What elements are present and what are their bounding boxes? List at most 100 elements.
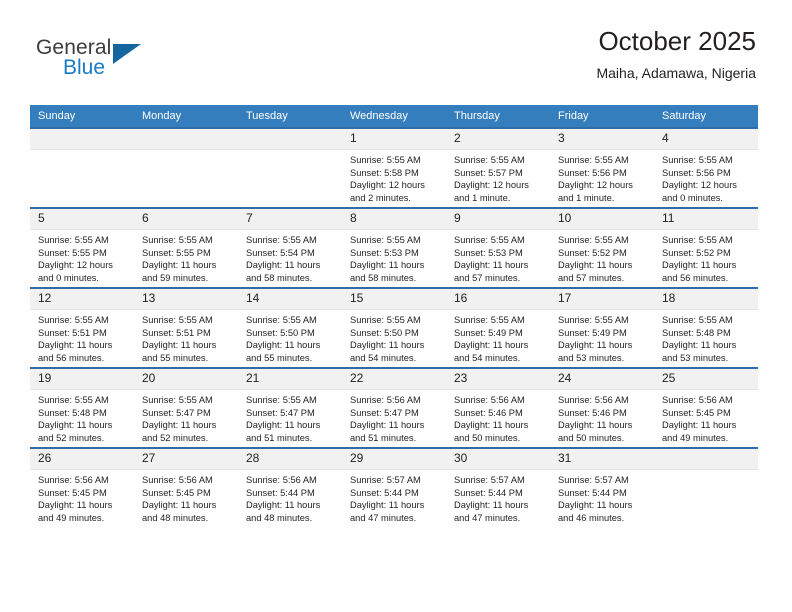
sunrise-text: Sunrise: 5:55 AM (350, 155, 421, 165)
daylight-text: Daylight: 11 hours and 49 minutes. (38, 500, 113, 523)
calendar-header-row: Sunday Monday Tuesday Wednesday Thursday Frid… (30, 105, 758, 128)
sunset-text: Sunset: 5:52 PM (558, 247, 627, 258)
day-details: Sunrise: 5:55 AM Sunset: 5:55 PM Daylight:… (134, 230, 238, 284)
day-number (134, 129, 238, 150)
day-details: Sunrise: 5:55 AM Sunset: 5:50 PM Daylight:… (342, 310, 446, 364)
sunrise-text: Sunrise: 5:55 AM (454, 235, 525, 245)
calendar-day-cell[interactable]: 11 Sunrise: 5:55 AM Sunset: 5:52 PM Dayligh… (654, 207, 758, 288)
daylight-text: Daylight: 11 hours and 52 minutes. (142, 420, 217, 443)
sunset-text: Sunset: 5:50 PM (350, 327, 419, 338)
calendar-day-cell[interactable]: 28 Sunrise: 5:56 AM Sunset: 5:44 PM Dayligh… (238, 447, 342, 527)
sunset-text: Sunset: 5:45 PM (38, 487, 107, 498)
day-number (30, 129, 134, 150)
sunrise-text: Sunrise: 5:55 AM (142, 395, 213, 405)
calendar-day-cell[interactable]: 4 Sunrise: 5:55 AM Sunset: 5:56 PM Daylight… (654, 127, 758, 208)
daylight-text: Daylight: 12 hours and 1 minute. (558, 180, 633, 203)
calendar-day-cell[interactable]: 30 Sunrise: 5:57 AM Sunset: 5:44 PM Dayligh… (446, 447, 550, 527)
daylight-text: Daylight: 11 hours and 55 minutes. (246, 340, 321, 363)
daylight-text: Daylight: 11 hours and 48 minutes. (246, 500, 321, 523)
sunrise-text: Sunrise: 5:55 AM (454, 155, 525, 165)
day-number: 22 (342, 369, 446, 390)
calendar-week-row: 26 Sunrise: 5:56 AM Sunset: 5:45 PM Dayligh… (30, 447, 758, 527)
sunset-text: Sunset: 5:48 PM (38, 407, 107, 418)
calendar-day-cell[interactable]: 31 Sunrise: 5:57 AM Sunset: 5:44 PM Dayligh… (550, 447, 654, 527)
day-details: Sunrise: 5:55 AM Sunset: 5:51 PM Daylight:… (134, 310, 238, 364)
daylight-text: Daylight: 12 hours and 0 minutes. (38, 260, 113, 283)
weekday-header-saturday: Saturday (654, 105, 758, 128)
day-number: 17 (550, 289, 654, 310)
calendar-day-cell[interactable]: 12 Sunrise: 5:55 AM Sunset: 5:51 PM Dayligh… (30, 287, 134, 368)
sunrise-text: Sunrise: 5:56 AM (662, 395, 733, 405)
calendar-day-cell[interactable]: 25 Sunrise: 5:56 AM Sunset: 5:45 PM Dayligh… (654, 367, 758, 448)
daylight-text: Daylight: 11 hours and 46 minutes. (558, 500, 633, 523)
calendar-day-cell[interactable]: 15 Sunrise: 5:55 AM Sunset: 5:50 PM Dayligh… (342, 287, 446, 368)
calendar-day-cell[interactable]: 27 Sunrise: 5:56 AM Sunset: 5:45 PM Dayligh… (134, 447, 238, 527)
day-number: 24 (550, 369, 654, 390)
calendar-day-cell[interactable]: 3 Sunrise: 5:55 AM Sunset: 5:56 PM Daylight… (550, 127, 654, 208)
calendar-day-cell[interactable]: 20 Sunrise: 5:55 AM Sunset: 5:47 PM Dayligh… (134, 367, 238, 448)
calendar-day-cell[interactable]: 16 Sunrise: 5:55 AM Sunset: 5:49 PM Dayligh… (446, 287, 550, 368)
day-details: Sunrise: 5:55 AM Sunset: 5:54 PM Daylight:… (238, 230, 342, 284)
sunrise-text: Sunrise: 5:55 AM (350, 235, 421, 245)
day-number: 26 (30, 449, 134, 470)
sunset-text: Sunset: 5:53 PM (350, 247, 419, 258)
calendar-day-cell[interactable]: 10 Sunrise: 5:55 AM Sunset: 5:52 PM Dayligh… (550, 207, 654, 288)
calendar-day-cell[interactable]: 24 Sunrise: 5:56 AM Sunset: 5:46 PM Dayligh… (550, 367, 654, 448)
calendar-day-cell[interactable]: 26 Sunrise: 5:56 AM Sunset: 5:45 PM Dayligh… (30, 447, 134, 527)
calendar-day-cell[interactable]: 5 Sunrise: 5:55 AM Sunset: 5:55 PM Daylight… (30, 207, 134, 288)
calendar-day-cell[interactable]: 29 Sunrise: 5:57 AM Sunset: 5:44 PM Dayligh… (342, 447, 446, 527)
day-details: Sunrise: 5:57 AM Sunset: 5:44 PM Daylight:… (446, 470, 550, 524)
weekday-header-friday: Friday (550, 105, 654, 128)
calendar-day-cell[interactable]: 19 Sunrise: 5:55 AM Sunset: 5:48 PM Dayligh… (30, 367, 134, 448)
day-number: 15 (342, 289, 446, 310)
sunset-text: Sunset: 5:45 PM (662, 407, 731, 418)
sunset-text: Sunset: 5:52 PM (662, 247, 731, 258)
day-details: Sunrise: 5:57 AM Sunset: 5:44 PM Daylight:… (342, 470, 446, 524)
sunrise-text: Sunrise: 5:56 AM (142, 475, 213, 485)
sunrise-text: Sunrise: 5:55 AM (246, 395, 317, 405)
calendar-day-cell-empty (654, 447, 758, 527)
page-header: General Blue October 2025 Maiha, Adamawa… (36, 26, 756, 98)
daylight-text: Daylight: 11 hours and 53 minutes. (662, 340, 737, 363)
sunset-text: Sunset: 5:46 PM (454, 407, 523, 418)
sunrise-text: Sunrise: 5:55 AM (662, 235, 733, 245)
calendar-week-row: 1 Sunrise: 5:55 AM Sunset: 5:58 PM Daylight… (30, 127, 758, 208)
calendar-day-cell[interactable]: 23 Sunrise: 5:56 AM Sunset: 5:46 PM Dayligh… (446, 367, 550, 448)
day-details: Sunrise: 5:55 AM Sunset: 5:53 PM Daylight:… (342, 230, 446, 284)
calendar-day-cell[interactable]: 21 Sunrise: 5:55 AM Sunset: 5:47 PM Dayligh… (238, 367, 342, 448)
calendar-day-cell[interactable]: 22 Sunrise: 5:56 AM Sunset: 5:47 PM Dayligh… (342, 367, 446, 448)
sunrise-text: Sunrise: 5:55 AM (662, 155, 733, 165)
daylight-text: Daylight: 11 hours and 48 minutes. (142, 500, 217, 523)
sunrise-text: Sunrise: 5:56 AM (558, 395, 629, 405)
daylight-text: Daylight: 11 hours and 51 minutes. (246, 420, 321, 443)
sunrise-text: Sunrise: 5:56 AM (350, 395, 421, 405)
calendar-day-cell[interactable]: 7 Sunrise: 5:55 AM Sunset: 5:54 PM Daylight… (238, 207, 342, 288)
calendar-day-cell[interactable]: 17 Sunrise: 5:55 AM Sunset: 5:49 PM Dayligh… (550, 287, 654, 368)
logo-text-blue: Blue (63, 56, 106, 79)
calendar-day-cell[interactable]: 18 Sunrise: 5:55 AM Sunset: 5:48 PM Dayligh… (654, 287, 758, 368)
day-details: Sunrise: 5:56 AM Sunset: 5:47 PM Daylight:… (342, 390, 446, 444)
sunrise-text: Sunrise: 5:55 AM (38, 395, 109, 405)
calendar-day-cell[interactable]: 2 Sunrise: 5:55 AM Sunset: 5:57 PM Daylight… (446, 127, 550, 208)
calendar-day-cell[interactable]: 8 Sunrise: 5:55 AM Sunset: 5:53 PM Daylight… (342, 207, 446, 288)
calendar-week-row: 12 Sunrise: 5:55 AM Sunset: 5:51 PM Dayligh… (30, 287, 758, 368)
calendar-day-cell[interactable]: 9 Sunrise: 5:55 AM Sunset: 5:53 PM Daylight… (446, 207, 550, 288)
day-details: Sunrise: 5:55 AM Sunset: 5:48 PM Daylight:… (654, 310, 758, 364)
day-details: Sunrise: 5:55 AM Sunset: 5:47 PM Daylight:… (238, 390, 342, 444)
sunrise-text: Sunrise: 5:56 AM (246, 475, 317, 485)
calendar-day-cell[interactable]: 6 Sunrise: 5:55 AM Sunset: 5:55 PM Daylight… (134, 207, 238, 288)
day-number: 10 (550, 209, 654, 230)
daylight-text: Daylight: 12 hours and 1 minute. (454, 180, 529, 203)
sunset-text: Sunset: 5:56 PM (662, 167, 731, 178)
calendar-day-cell[interactable]: 14 Sunrise: 5:55 AM Sunset: 5:50 PM Dayligh… (238, 287, 342, 368)
day-number: 5 (30, 209, 134, 230)
day-details: Sunrise: 5:56 AM Sunset: 5:45 PM Daylight:… (30, 470, 134, 524)
sunset-text: Sunset: 5:55 PM (142, 247, 211, 258)
logo-triangle-icon (113, 44, 141, 64)
general-blue-logo[interactable]: General Blue (36, 36, 166, 92)
calendar-day-cell[interactable]: 1 Sunrise: 5:55 AM Sunset: 5:58 PM Daylight… (342, 127, 446, 208)
sunset-text: Sunset: 5:44 PM (246, 487, 315, 498)
sunrise-text: Sunrise: 5:55 AM (246, 315, 317, 325)
calendar-day-cell[interactable]: 13 Sunrise: 5:55 AM Sunset: 5:51 PM Dayligh… (134, 287, 238, 368)
sunset-text: Sunset: 5:44 PM (454, 487, 523, 498)
